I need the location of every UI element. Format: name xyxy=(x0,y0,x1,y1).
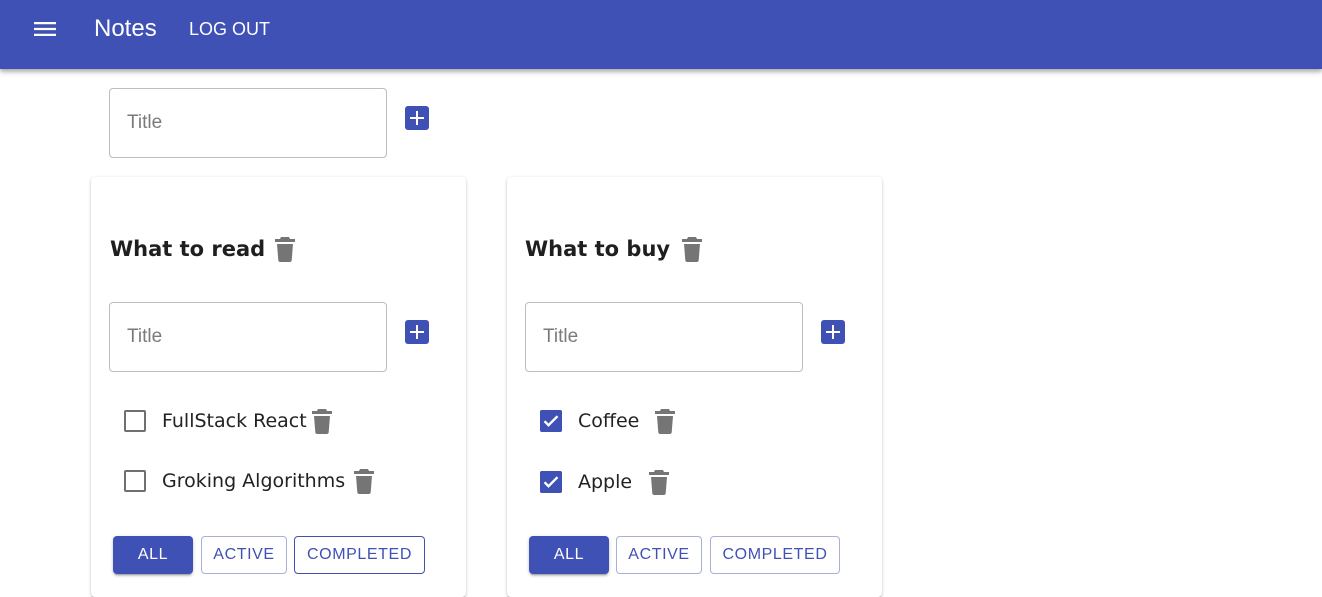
filter-completed-button[interactable]: COMPLETED xyxy=(294,536,425,574)
task-label: FullStack React xyxy=(162,410,307,432)
logout-button[interactable]: LOG OUT xyxy=(180,14,279,44)
task-item: FullStack React xyxy=(124,406,424,436)
list-title: What to read xyxy=(110,237,266,261)
add-list-icon[interactable] xyxy=(405,106,429,130)
menu-icon xyxy=(34,22,56,36)
todo-list-card: What to buy Coffee Apple ALL ACTIVE COMP… xyxy=(507,177,882,597)
filter-all-button[interactable]: ALL xyxy=(113,536,193,574)
task-title-input[interactable] xyxy=(110,303,386,371)
list-title: What to buy xyxy=(525,237,671,261)
delete-task-icon[interactable] xyxy=(352,468,376,494)
delete-task-icon[interactable] xyxy=(653,408,677,434)
filter-completed-button[interactable]: COMPLETED xyxy=(710,536,840,574)
task-title-field[interactable] xyxy=(525,302,803,372)
task-item: Coffee xyxy=(540,406,840,436)
delete-task-icon[interactable] xyxy=(310,408,334,434)
task-checkbox[interactable] xyxy=(124,470,146,492)
delete-task-icon[interactable] xyxy=(647,469,671,495)
task-item: Apple xyxy=(540,467,840,497)
filter-active-button[interactable]: ACTIVE xyxy=(201,536,287,574)
task-checkbox-checked[interactable] xyxy=(540,471,562,493)
task-label: Coffee xyxy=(578,410,640,432)
task-label: Apple xyxy=(578,471,633,493)
delete-list-icon[interactable] xyxy=(273,236,297,262)
app-title: Notes xyxy=(94,15,157,42)
new-list-title-input[interactable] xyxy=(110,89,386,157)
delete-list-icon[interactable] xyxy=(680,236,704,262)
task-label: Groking Algorithms xyxy=(162,470,346,492)
menu-button[interactable] xyxy=(24,14,66,44)
task-checkbox[interactable] xyxy=(124,410,146,432)
add-task-icon[interactable] xyxy=(405,320,429,344)
todo-list-card: What to read FullStack React Groking Alg… xyxy=(91,177,466,597)
app-bar: Notes LOG OUT xyxy=(0,0,1322,69)
task-checkbox-checked[interactable] xyxy=(540,410,562,432)
new-list-title-field[interactable] xyxy=(109,88,387,158)
task-item: Groking Algorithms xyxy=(124,466,424,496)
filter-active-button[interactable]: ACTIVE xyxy=(616,536,702,574)
add-task-icon[interactable] xyxy=(821,320,845,344)
filter-all-button[interactable]: ALL xyxy=(529,536,609,574)
task-title-input[interactable] xyxy=(526,303,802,371)
task-title-field[interactable] xyxy=(109,302,387,372)
